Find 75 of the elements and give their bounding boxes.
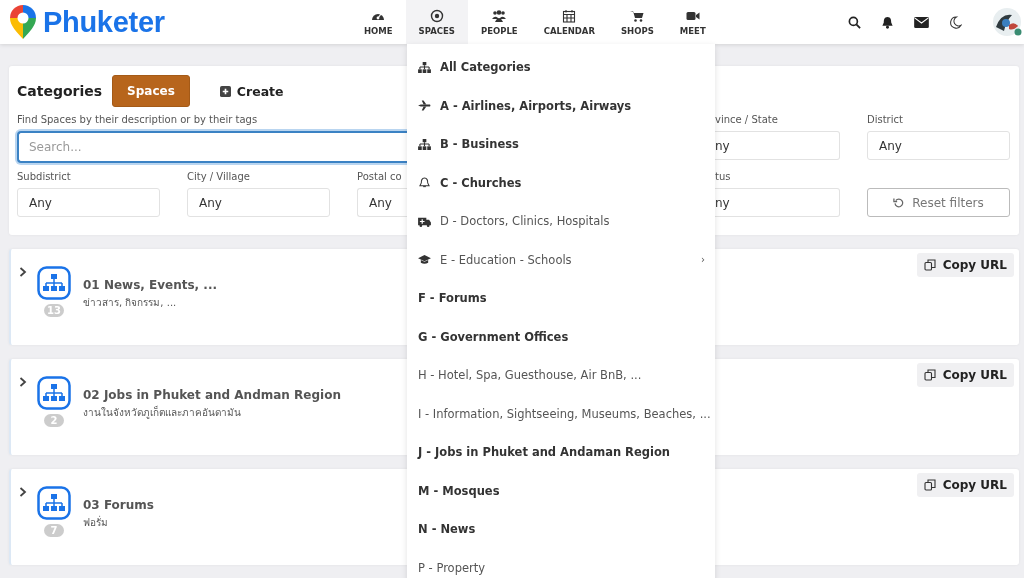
- plane-icon: [418, 100, 431, 112]
- cap-icon: [418, 254, 431, 266]
- chevron-icon[interactable]: [19, 377, 27, 387]
- notifications-icon[interactable]: [881, 15, 894, 29]
- menu-item[interactable]: All Categories: [407, 48, 715, 87]
- search-field[interactable]: Search...: [17, 131, 407, 163]
- plus-icon: [219, 85, 231, 97]
- calendar-icon: [562, 8, 577, 23]
- nav-tab[interactable]: SPACES: [405, 0, 468, 44]
- dropdown-field[interactable]: ny: [715, 188, 840, 217]
- chevron-icon[interactable]: [19, 267, 27, 277]
- moon-icon[interactable]: [949, 15, 962, 29]
- copy-icon: [923, 369, 936, 381]
- field-label: vince / State: [714, 114, 779, 127]
- spaces-tab[interactable]: Spaces: [112, 75, 190, 107]
- target-icon: [429, 8, 444, 23]
- category-title[interactable]: 01 News, Events, ...: [83, 278, 217, 292]
- cart-icon: [630, 8, 645, 23]
- nav-tab[interactable]: CALENDAR: [530, 0, 608, 44]
- people-icon: [492, 8, 507, 23]
- copy-icon: [923, 479, 936, 491]
- menu-item[interactable]: B - Business: [407, 125, 715, 164]
- sitemap-icon: [418, 138, 431, 150]
- field-label: Find Spaces by their description or by their tags: [17, 114, 259, 127]
- nav-tab[interactable]: SHOPS: [608, 0, 667, 44]
- category-subtitle: ฟอรั่ม: [83, 515, 109, 530]
- menu-item[interactable]: E - Education - Schools ›: [407, 240, 715, 279]
- menu-item[interactable]: H - Hotel, Spa, Guesthouse, Air BnB, ...: [407, 356, 715, 395]
- reset-filters-button[interactable]: Reset filters: [867, 188, 1010, 217]
- field-label: Subdistrict: [17, 171, 72, 184]
- dropdown-field[interactable]: ny: [715, 131, 840, 160]
- copy-url-button[interactable]: Copy URL: [916, 473, 1014, 497]
- nav-tab[interactable]: MEET: [666, 0, 719, 44]
- menu-item[interactable]: A - Airlines, Airports, Airways: [407, 86, 715, 125]
- category-title[interactable]: 02 Jobs in Phuket and Andman Region: [83, 388, 341, 402]
- menu-item[interactable]: C - Churches: [407, 163, 715, 202]
- menu-item[interactable]: I - Information, Sightseeing, Museums, Beaches, ...: [407, 394, 715, 433]
- category-subtitle: งานในจังหวัดภูเก็ตและภาคอันดามัน: [83, 405, 242, 420]
- copy-url-button[interactable]: Copy URL: [916, 363, 1014, 387]
- map-pin-logo-icon: [9, 4, 37, 40]
- submenu-arrow: ›: [701, 254, 705, 266]
- dropdown-field[interactable]: Any: [17, 188, 160, 217]
- dropdown-field[interactable]: Any: [867, 131, 1010, 160]
- search-icon[interactable]: [848, 15, 861, 29]
- category-title[interactable]: 03 Forums: [83, 498, 154, 512]
- copy-icon: [923, 259, 936, 271]
- field-label: Postal co: [357, 171, 403, 184]
- brand-name[interactable]: Phuketer: [43, 5, 165, 39]
- mail-icon[interactable]: [914, 16, 929, 28]
- category-subtitle: ข่าวสาร, กิจกรรม, ...: [83, 296, 178, 310]
- field-label: City / Village: [187, 171, 251, 184]
- ambulance-icon: [418, 215, 431, 227]
- menu-item[interactable]: N - News: [407, 510, 715, 549]
- panel-title: Categories: [17, 83, 103, 99]
- menu-item[interactable]: M - Mosques: [407, 471, 715, 510]
- undo-icon: [893, 197, 905, 208]
- folder-tree-icon: [37, 266, 71, 300]
- menu-item[interactable]: D - Doctors, Clinics, Hospitals: [407, 202, 715, 241]
- nav-tab[interactable]: HOME: [351, 0, 406, 44]
- copy-url-button[interactable]: Copy URL: [916, 253, 1014, 277]
- chevron-icon[interactable]: [19, 487, 27, 497]
- create-button[interactable]: Create: [213, 77, 290, 105]
- folder-tree-icon: [37, 486, 71, 520]
- menu-item[interactable]: G - Government Offices: [407, 317, 715, 356]
- menu-item[interactable]: F - Forums: [407, 279, 715, 318]
- menu-item[interactable]: J - Jobs in Phuket and Andaman Region: [407, 433, 715, 472]
- folder-tree-icon: [37, 376, 71, 410]
- bell-icon: [418, 177, 431, 189]
- menu-item[interactable]: P - Property: [407, 548, 715, 578]
- nav-tab[interactable]: PEOPLE: [467, 0, 531, 44]
- avatar[interactable]: [992, 7, 1022, 37]
- dropdown-field[interactable]: Any: [187, 188, 330, 217]
- field-label: District: [867, 114, 904, 127]
- field-label: tus: [714, 171, 732, 184]
- sitemap-icon: [418, 61, 431, 73]
